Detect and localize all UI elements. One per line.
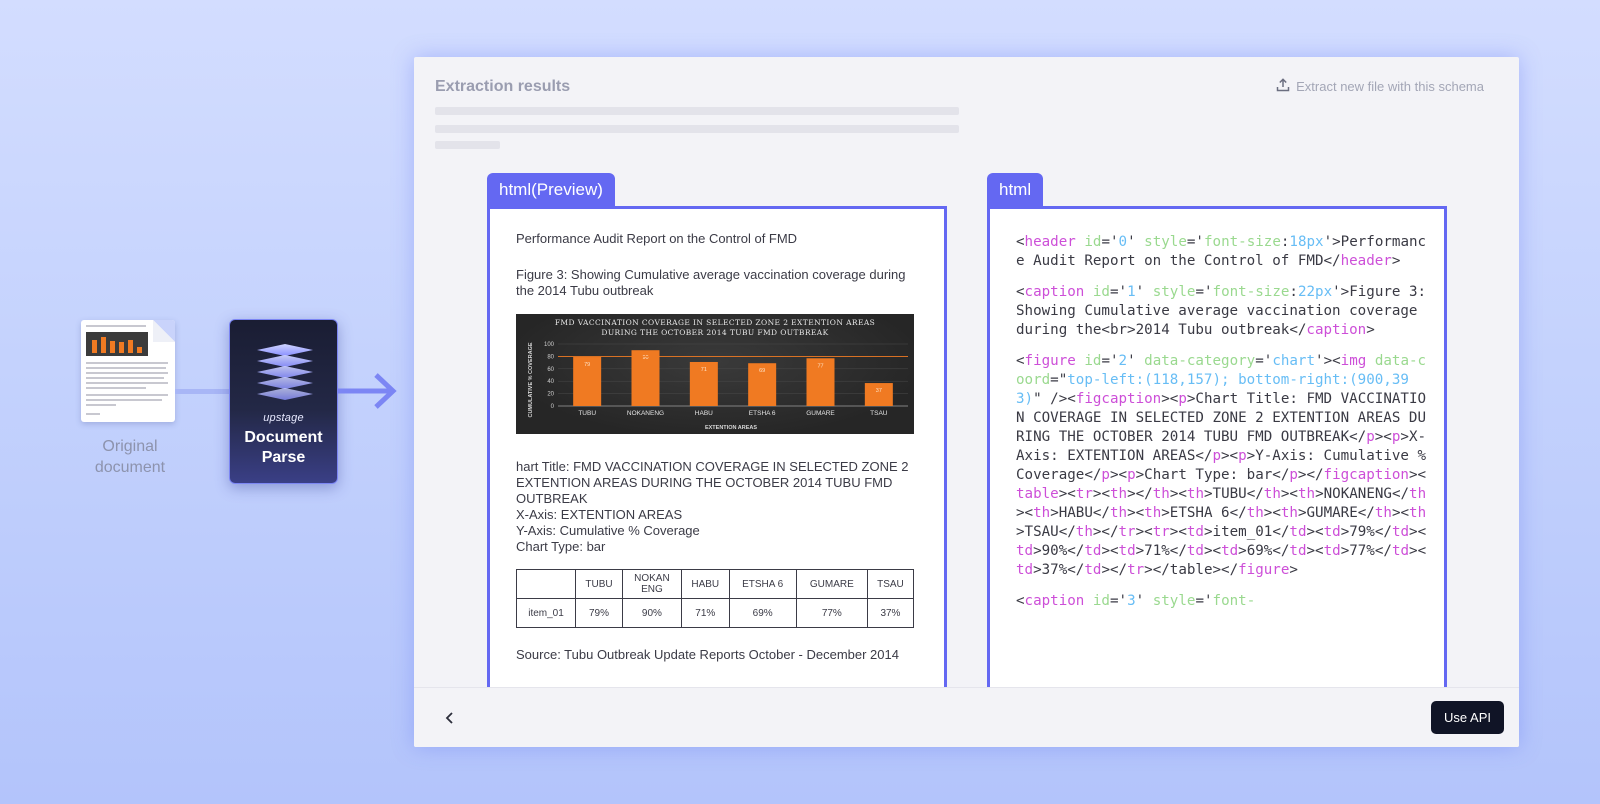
chart-y-tick-label: 20 bbox=[547, 392, 554, 398]
table-cell: 90% bbox=[621, 598, 682, 628]
chart-x-tick-label: TSAU bbox=[870, 410, 888, 417]
table-header-cell: HABU bbox=[680, 569, 730, 599]
skeleton-line bbox=[435, 125, 959, 133]
preview-x-axis-line: X-Axis: EXTENTION AREAS bbox=[516, 507, 683, 522]
table-cell: 69% bbox=[728, 598, 797, 628]
bar-chart: FMD VACCINATION COVERAGE IN SELECTED ZON… bbox=[528, 318, 908, 431]
chart-y-tick-label: 80 bbox=[547, 354, 554, 360]
table-row-label: item_01 bbox=[515, 598, 577, 628]
code-block: <figure id='2' data-category='chart'><im… bbox=[1016, 353, 1427, 578]
chart-data-label: 79 bbox=[584, 362, 590, 368]
skeleton-line bbox=[435, 141, 500, 149]
chart-y-tick-label: 0 bbox=[551, 404, 555, 410]
html-preview-pane: Performance Audit Report on the Control … bbox=[487, 206, 947, 747]
code-block: <caption id='1' style='font-size:22px'>F… bbox=[1016, 284, 1427, 338]
chart-x-tick-label: HABU bbox=[695, 410, 713, 417]
extract-new-file-link[interactable]: Extract new file with this schema bbox=[1276, 78, 1484, 95]
preview-description-line: OUTBREAK bbox=[516, 491, 588, 506]
extraction-results-panel: Extraction results Extract new file with… bbox=[414, 57, 1519, 747]
thumb-text-line bbox=[86, 387, 146, 389]
table-cell: 79% bbox=[575, 598, 623, 628]
table-row: item_01 79% 90% 71% 69% 77% 37% bbox=[515, 598, 915, 628]
thumb-bar bbox=[101, 337, 106, 353]
html-code-pane: <header id='0' style='font-size:18px'>Pe… bbox=[987, 206, 1447, 747]
upstage-brand: upstage bbox=[263, 412, 304, 424]
table-cell: 37% bbox=[866, 598, 915, 628]
skeleton-line bbox=[435, 107, 959, 115]
table-header-cell: TUBU bbox=[575, 569, 623, 599]
use-api-button[interactable]: Use API bbox=[1431, 701, 1504, 734]
table-header-cell: TSAU bbox=[866, 569, 915, 599]
chart-y-tick-label: 40 bbox=[547, 379, 554, 385]
thumb-text-line bbox=[86, 413, 100, 415]
tab-html-code[interactable]: html bbox=[987, 173, 1044, 207]
document-parse-title: Document Parse bbox=[244, 429, 323, 466]
thumb-text-line bbox=[86, 394, 168, 396]
table-header-row: TUBU NOKAN ENG HABU ETSHA 6 GUMARE TSAU bbox=[515, 569, 915, 599]
thumb-chart bbox=[86, 332, 148, 356]
original-document-thumbnail bbox=[81, 320, 175, 422]
chart-bar bbox=[864, 383, 893, 406]
chevron-left-icon bbox=[445, 712, 453, 724]
table-cell: 71% bbox=[680, 598, 730, 628]
chart-x-tick-label: NOKANENG bbox=[627, 410, 664, 417]
thumb-text-line bbox=[86, 362, 168, 364]
thumb-text-line bbox=[86, 399, 162, 401]
chart-y-tick-label: 100 bbox=[544, 342, 555, 348]
preview-chart-type-line: Chart Type: bar bbox=[516, 539, 606, 554]
arrow-right-icon bbox=[338, 372, 398, 415]
html-source-code[interactable]: <header id='0' style='font-size:18px'>Pe… bbox=[1016, 233, 1428, 623]
chart-data-label: 77 bbox=[817, 363, 823, 369]
chart-data-label: 69 bbox=[759, 368, 765, 374]
code-block: <caption id='3' style='font- bbox=[1016, 593, 1256, 609]
table-header-cell: ETSHA 6 bbox=[728, 569, 797, 599]
back-button[interactable] bbox=[440, 708, 460, 728]
chart-y-axis-label: CUMULATIVE % COVERAGE bbox=[528, 342, 534, 417]
thumb-bar bbox=[128, 340, 133, 353]
page-fold-corner bbox=[153, 320, 175, 342]
preview-chart-figure: FMD VACCINATION COVERAGE IN SELECTED ZON… bbox=[516, 314, 914, 434]
tab-html-preview[interactable]: html(Preview) bbox=[487, 173, 615, 207]
chart-data-label: 37 bbox=[876, 388, 882, 394]
preview-header: Performance Audit Report on the Control … bbox=[516, 231, 798, 246]
thumb-text-line bbox=[86, 372, 168, 374]
document-parse-card: upstage Document Parse bbox=[229, 319, 338, 484]
chart-x-tick-label: TUBU bbox=[578, 410, 596, 417]
code-block: <header id='0' style='font-size:18px'>Pe… bbox=[1016, 234, 1427, 269]
thumb-bar bbox=[137, 347, 142, 353]
thumb-text-line bbox=[86, 404, 116, 406]
chart-x-tick-label: GUMARE bbox=[806, 410, 835, 417]
preview-description-line: EXTENTION AREAS DURING THE OCTOBER 2014 … bbox=[516, 475, 893, 490]
extract-link-label: Extract new file with this schema bbox=[1296, 79, 1484, 94]
preview-y-axis-line: Y-Axis: Cumulative % Coverage bbox=[516, 523, 700, 538]
panel-footer: Use API bbox=[414, 687, 1519, 747]
thumb-text-line bbox=[86, 377, 164, 379]
original-document-label: Original document bbox=[94, 438, 166, 476]
thumb-text-line bbox=[86, 325, 146, 327]
preview-source-line: Source: Tubu Outbreak Update Reports Oct… bbox=[516, 647, 899, 662]
thumb-bar bbox=[110, 341, 115, 353]
chart-title-line: FMD VACCINATION COVERAGE IN SELECTED ZON… bbox=[555, 318, 875, 327]
panel-title: Extraction results bbox=[435, 78, 571, 95]
flow-connector bbox=[175, 389, 231, 394]
preview-caption-line: Figure 3: Showing Cumulative average vac… bbox=[516, 267, 906, 282]
table-header-cell: NOKAN ENG bbox=[621, 569, 682, 599]
table-header-cell: GUMARE bbox=[795, 569, 868, 599]
table-corner-cell bbox=[515, 569, 577, 599]
layers-logo-icon bbox=[255, 344, 315, 405]
thumb-bar bbox=[119, 342, 124, 353]
thumb-text-line bbox=[86, 367, 166, 369]
preview-caption-line: the 2014 Tubu outbreak bbox=[516, 283, 654, 298]
chart-title-line: DURING THE OCTOBER 2014 TUBU FMD OUTBREA… bbox=[601, 328, 828, 337]
preview-description-line: hart Title: FMD VACCINATION COVERAGE IN … bbox=[516, 459, 909, 474]
chart-data-label: 71 bbox=[701, 367, 707, 373]
chart-y-tick-label: 60 bbox=[547, 367, 554, 373]
chart-x-tick-label: ETSHA 6 bbox=[749, 410, 776, 417]
table-cell: 77% bbox=[795, 598, 868, 628]
thumb-bar bbox=[92, 340, 97, 353]
upload-icon bbox=[1276, 78, 1290, 95]
preview-data-table: TUBU NOKAN ENG HABU ETSHA 6 GUMARE TSAU i… bbox=[515, 569, 915, 628]
thumb-text-line bbox=[86, 382, 168, 384]
chart-x-axis-label: EXTENTION AREAS bbox=[705, 425, 757, 431]
